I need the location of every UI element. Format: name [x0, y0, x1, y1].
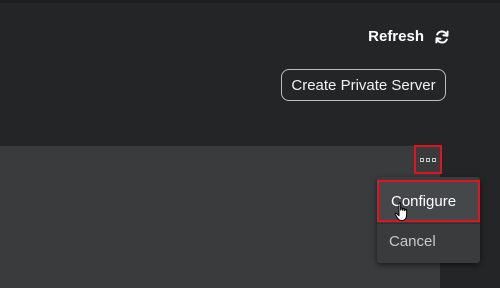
refresh-icon [434, 29, 450, 45]
more-options-icon-dot [426, 157, 430, 162]
create-private-server-button[interactable]: Create Private Server [281, 69, 446, 101]
menu-item-configure[interactable]: Configure [377, 180, 480, 222]
top-strip [0, 0, 500, 3]
menu-item-cancel[interactable]: Cancel [377, 225, 480, 257]
more-options-icon-dot [432, 157, 436, 162]
refresh-button[interactable]: Refresh [368, 28, 450, 45]
context-menu: Configure Cancel [377, 177, 480, 263]
menu-divider [377, 223, 480, 224]
server-list-panel [0, 146, 440, 288]
more-options-icon [420, 157, 424, 162]
refresh-label: Refresh [368, 28, 424, 45]
more-options-button[interactable] [414, 145, 442, 174]
private-servers-page: Refresh Create Private Server Configure … [0, 0, 500, 288]
